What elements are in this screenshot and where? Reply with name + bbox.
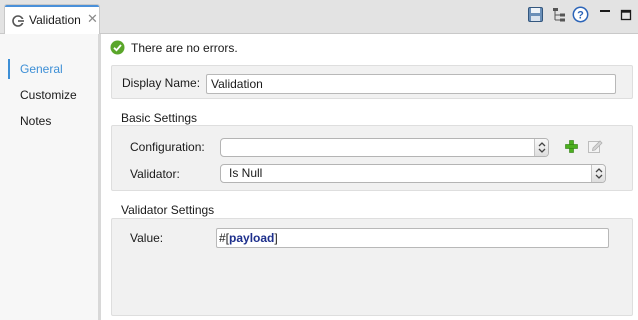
chevron-updown-icon: [534, 139, 548, 156]
validator-settings-title: Validator Settings: [121, 203, 215, 217]
connector-icon: [12, 15, 24, 27]
configuration-select[interactable]: [220, 138, 549, 157]
tree-icon[interactable]: [551, 6, 568, 23]
svg-text:?: ?: [577, 10, 584, 22]
help-icon[interactable]: ?: [572, 6, 589, 23]
add-icon[interactable]: [564, 139, 579, 154]
sidebar-item-general[interactable]: General: [8, 59, 96, 79]
maximize-icon[interactable]: [618, 6, 635, 23]
validator-select[interactable]: Is Null: [220, 164, 606, 183]
editor-tab-bar: Validation ✕ ?: [0, 0, 638, 35]
value-field[interactable]: #[payload]: [216, 228, 609, 248]
properties-panel: There are no errors. Display Name: Valid…: [101, 34, 638, 320]
tab-label: Validation: [29, 13, 81, 27]
sidebar-item-notes[interactable]: Notes: [8, 111, 96, 131]
basic-settings-title: Basic Settings: [121, 111, 198, 125]
expression-suffix: ]: [274, 231, 278, 245]
validator-value: Is Null: [229, 166, 263, 180]
validator-label: Validator:: [130, 167, 180, 181]
save-icon[interactable]: [527, 6, 544, 23]
edit-icon[interactable]: [587, 138, 603, 154]
general-group: Display Name: Validation: [111, 65, 633, 99]
status-text: There are no errors.: [131, 41, 238, 55]
basic-settings-group: Configuration: Validator: Is Null: [111, 125, 633, 191]
value-label: Value:: [130, 231, 164, 245]
tab-validation[interactable]: Validation ✕: [4, 4, 100, 35]
validator-settings-group: Value: #[payload]: [111, 218, 633, 316]
minimize-icon[interactable]: [597, 6, 614, 23]
chevron-updown-icon: [591, 165, 605, 182]
sidebar-item-customize[interactable]: Customize: [8, 85, 96, 105]
configuration-label: Configuration:: [130, 140, 205, 154]
check-circle-icon: [110, 40, 125, 55]
close-icon[interactable]: ✕: [87, 12, 98, 26]
expression-prefix: #[: [219, 231, 230, 245]
editor-toolbar: ?: [518, 0, 638, 30]
expression-keyword: payload: [229, 231, 275, 245]
display-name-field[interactable]: Validation: [206, 74, 616, 94]
sidebar: General Customize Notes: [0, 34, 100, 320]
tab-active-indicator: [5, 5, 99, 7]
display-name-label: Display Name:: [122, 76, 201, 90]
